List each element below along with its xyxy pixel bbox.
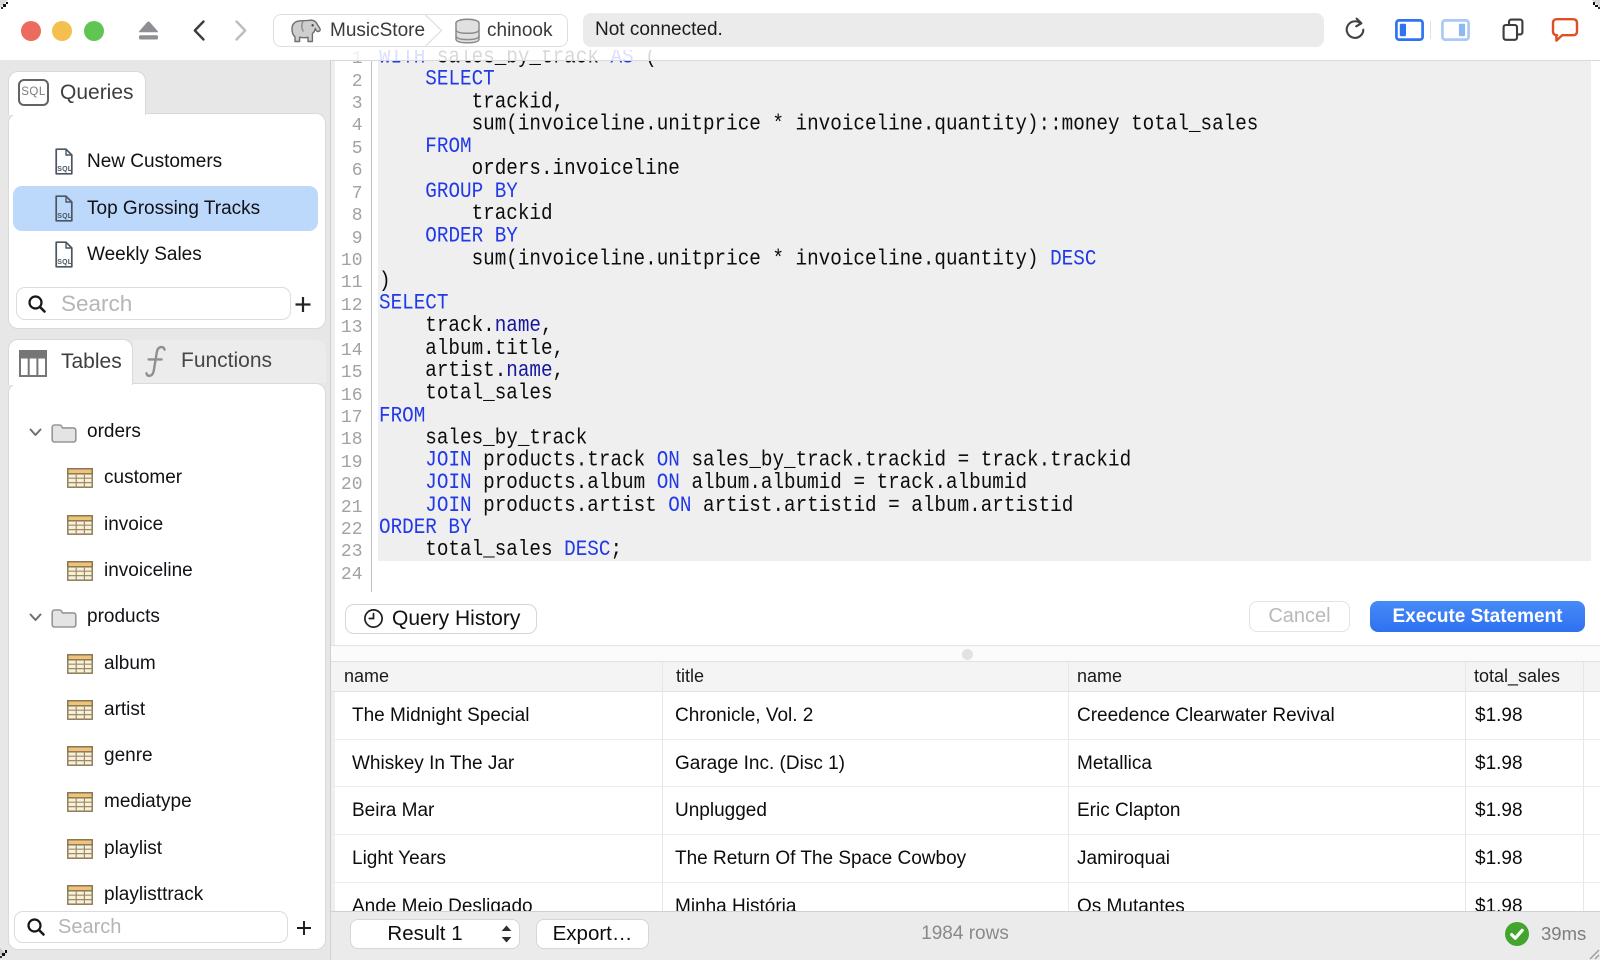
svg-text:SQL: SQL (57, 259, 73, 266)
svg-text:SQL: SQL (57, 166, 73, 173)
svg-text:SQL: SQL (57, 213, 73, 220)
